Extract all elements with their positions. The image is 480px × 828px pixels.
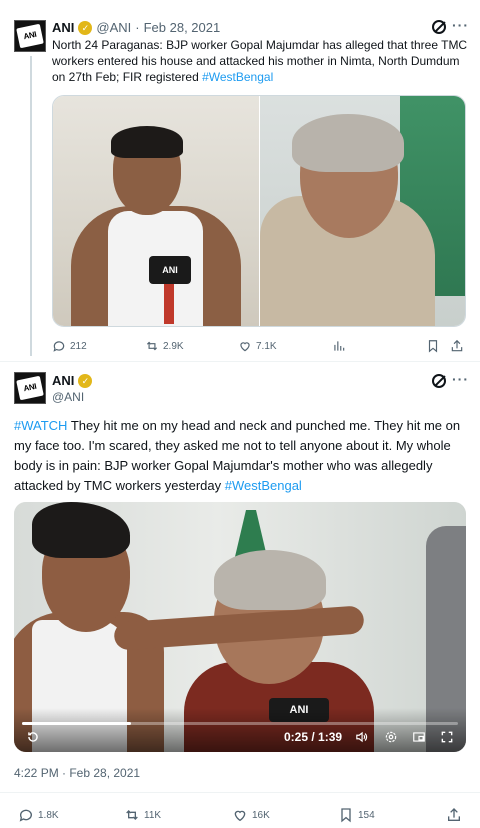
grok-icon[interactable] bbox=[432, 374, 446, 388]
ani-logo: ANI bbox=[22, 29, 38, 42]
like-icon bbox=[234, 810, 246, 822]
reply-icon bbox=[53, 341, 65, 352]
author-avatar[interactable]: ANI bbox=[14, 372, 46, 404]
like-button[interactable]: 7.1K bbox=[238, 339, 277, 353]
repost-button[interactable]: 11K bbox=[124, 807, 161, 823]
bookmark-button[interactable] bbox=[426, 339, 440, 353]
like-count: 7.1K bbox=[256, 340, 277, 352]
views-icon bbox=[334, 341, 345, 351]
media-photo-man[interactable]: ANI bbox=[53, 96, 259, 326]
author-handle[interactable]: @ANI bbox=[96, 20, 131, 35]
like-button[interactable]: 16K bbox=[232, 807, 270, 823]
video-controls: 0:25 / 1:39 bbox=[14, 708, 466, 752]
verified-badge-icon: ✓ bbox=[78, 20, 93, 35]
settings-icon[interactable] bbox=[384, 730, 398, 744]
video-player[interactable]: ANI 0:25 / 1:39 bbox=[14, 502, 466, 752]
like-count: 16K bbox=[252, 809, 270, 821]
hashtag-link[interactable]: #WestBengal bbox=[202, 70, 273, 84]
repost-count: 11K bbox=[144, 809, 162, 821]
video-progress-fill bbox=[22, 722, 131, 725]
tweet-timestamp[interactable]: 4:22 PM · Feb 28, 2021 bbox=[14, 766, 140, 780]
bookmark-count: 154 bbox=[358, 809, 375, 821]
video-time: 0:25 / 1:39 bbox=[284, 730, 343, 744]
bookmark-icon bbox=[428, 340, 438, 353]
hashtag-link[interactable]: #WATCH bbox=[14, 418, 67, 433]
replay-icon[interactable] bbox=[26, 730, 40, 744]
tweet-header: ANI ✓ @ANI · Feb 28, 2021 bbox=[52, 20, 220, 35]
reply-icon bbox=[19, 809, 32, 822]
pip-icon[interactable] bbox=[412, 730, 426, 744]
verified-badge-icon: ✓ bbox=[78, 373, 93, 388]
share-button[interactable] bbox=[446, 807, 462, 823]
grok-icon[interactable] bbox=[432, 20, 446, 34]
ani-logo: ANI bbox=[22, 381, 38, 394]
repost-count: 2.9K bbox=[163, 340, 184, 352]
share-button[interactable] bbox=[450, 339, 464, 353]
volume-icon[interactable] bbox=[354, 730, 369, 744]
author-avatar[interactable]: ANI bbox=[14, 20, 46, 52]
tweet-header: ANI ✓ @ANI bbox=[52, 373, 93, 404]
author-handle[interactable]: @ANI bbox=[52, 390, 84, 404]
more-icon[interactable]: ··· bbox=[452, 371, 469, 387]
repost-icon bbox=[126, 810, 138, 820]
bookmark-icon bbox=[341, 808, 351, 823]
repost-icon bbox=[146, 341, 158, 351]
views-button[interactable] bbox=[332, 339, 346, 353]
video-progress-bar[interactable] bbox=[22, 722, 458, 725]
repost-button[interactable]: 2.9K bbox=[145, 339, 184, 353]
tweet-text: North 24 Paraganas: BJP worker Gopal Maj… bbox=[52, 37, 468, 85]
tweet-date[interactable]: Feb 28, 2021 bbox=[144, 20, 221, 35]
divider bbox=[0, 792, 480, 793]
tweet-media-grid[interactable]: ANI bbox=[52, 95, 466, 327]
reply-button[interactable]: 212 bbox=[52, 339, 87, 353]
author-name[interactable]: ANI bbox=[52, 20, 74, 35]
share-icon bbox=[448, 808, 460, 821]
tweet-quoted-thread[interactable]: ANI ANI ✓ @ANI · Feb 28, 2021 ··· North … bbox=[0, 0, 480, 362]
fullscreen-icon[interactable] bbox=[440, 730, 454, 744]
thread-line bbox=[30, 56, 32, 356]
like-icon bbox=[240, 342, 250, 352]
hashtag-link[interactable]: #WestBengal bbox=[225, 478, 302, 493]
header-separator: · bbox=[135, 20, 140, 35]
author-name[interactable]: ANI bbox=[52, 373, 74, 388]
reply-button[interactable]: 1.8K bbox=[18, 807, 59, 823]
mic-logo: ANI bbox=[149, 256, 191, 284]
tweet-text: #WATCH They hit me on my head and neck a… bbox=[14, 416, 466, 496]
reply-count: 1.8K bbox=[38, 809, 59, 821]
share-icon bbox=[451, 339, 463, 352]
media-photo-woman[interactable] bbox=[260, 96, 465, 326]
reply-count: 212 bbox=[70, 340, 87, 352]
bookmark-button[interactable]: 154 bbox=[338, 807, 375, 823]
more-icon[interactable]: ··· bbox=[452, 17, 469, 33]
